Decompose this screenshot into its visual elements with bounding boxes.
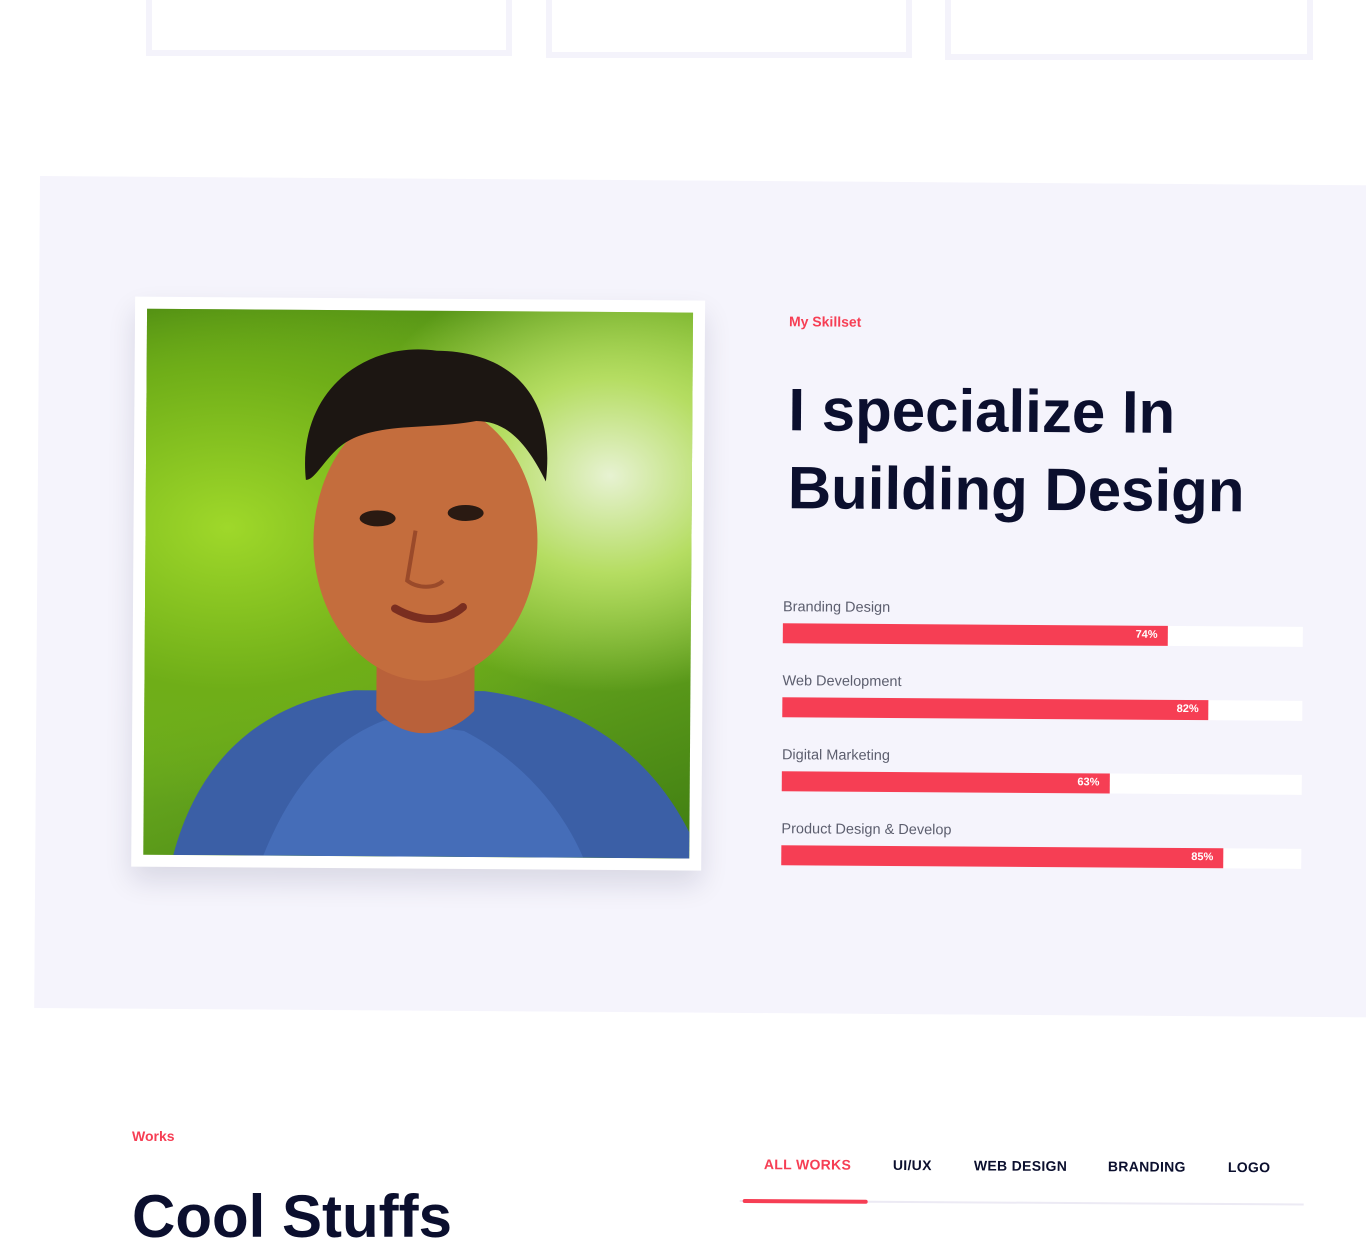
skill-label: Digital Marketing bbox=[781, 747, 891, 764]
skill-percent: 74% bbox=[1135, 628, 1158, 641]
skill-label: Product Design & Develop bbox=[781, 821, 952, 839]
portrait-illustration bbox=[173, 349, 690, 859]
active-tab-indicator bbox=[742, 1199, 868, 1204]
tab-branding[interactable]: BRANDING bbox=[1108, 1158, 1186, 1174]
skill-track: 63% bbox=[781, 771, 1302, 795]
works-filter-tabs: ALL WORKS UI/UX WEB DESIGN BRANDING LOGO bbox=[739, 1152, 1304, 1206]
service-card bbox=[546, 0, 912, 58]
headline-line-2: Building Design bbox=[787, 454, 1245, 525]
skill-percent: 63% bbox=[1077, 776, 1100, 789]
skill-progress-bar: 63% bbox=[781, 771, 1110, 794]
service-card bbox=[945, 0, 1313, 60]
profile-photo-frame bbox=[131, 296, 706, 871]
skill-progress-bar: 74% bbox=[782, 623, 1168, 646]
skills-section: My Skillset I specialize In Building Des… bbox=[34, 176, 1366, 1018]
skillset-eyebrow: My Skillset bbox=[788, 313, 862, 330]
tab-logo[interactable]: LOGO bbox=[1228, 1159, 1271, 1175]
skill-label: Web Development bbox=[782, 673, 902, 691]
works-title: Cool Stuffs bbox=[132, 1183, 452, 1240]
service-card bbox=[146, 0, 512, 56]
headline-line-1: I specialize In bbox=[788, 376, 1176, 446]
skills-intro: My Skillset I specialize In Building Des… bbox=[788, 313, 1309, 531]
skills-headline: I specialize In Building Design bbox=[788, 371, 1309, 531]
skill-branding-design: Branding Design 74% bbox=[782, 599, 1303, 647]
tab-web-design[interactable]: WEB DESIGN bbox=[974, 1157, 1067, 1174]
works-eyebrow: Works bbox=[132, 1128, 175, 1144]
skill-track: 85% bbox=[781, 845, 1302, 869]
skill-percent: 82% bbox=[1176, 702, 1199, 716]
works-section: Works Cool Stuffs ALL WORKS UI/UX WEB DE… bbox=[0, 1060, 1366, 1240]
skill-label: Branding Design bbox=[782, 599, 891, 616]
top-cards-row bbox=[0, 0, 1366, 70]
skill-progress-bar: 82% bbox=[782, 697, 1209, 721]
skill-track: 82% bbox=[782, 697, 1303, 721]
skill-bars: Branding Design 74% Web Development 82% … bbox=[781, 599, 1303, 899]
skill-track: 74% bbox=[782, 623, 1303, 647]
skill-percent: 85% bbox=[1191, 851, 1214, 864]
profile-photo bbox=[143, 308, 694, 859]
skill-digital-marketing: Digital Marketing 63% bbox=[781, 747, 1302, 795]
tab-ui-ux[interactable]: UI/UX bbox=[893, 1157, 932, 1173]
skill-web-development: Web Development 82% bbox=[782, 673, 1303, 721]
skill-progress-bar: 85% bbox=[781, 845, 1224, 869]
skill-product-design: Product Design & Develop 85% bbox=[781, 821, 1302, 869]
tab-all-works[interactable]: ALL WORKS bbox=[764, 1156, 851, 1173]
